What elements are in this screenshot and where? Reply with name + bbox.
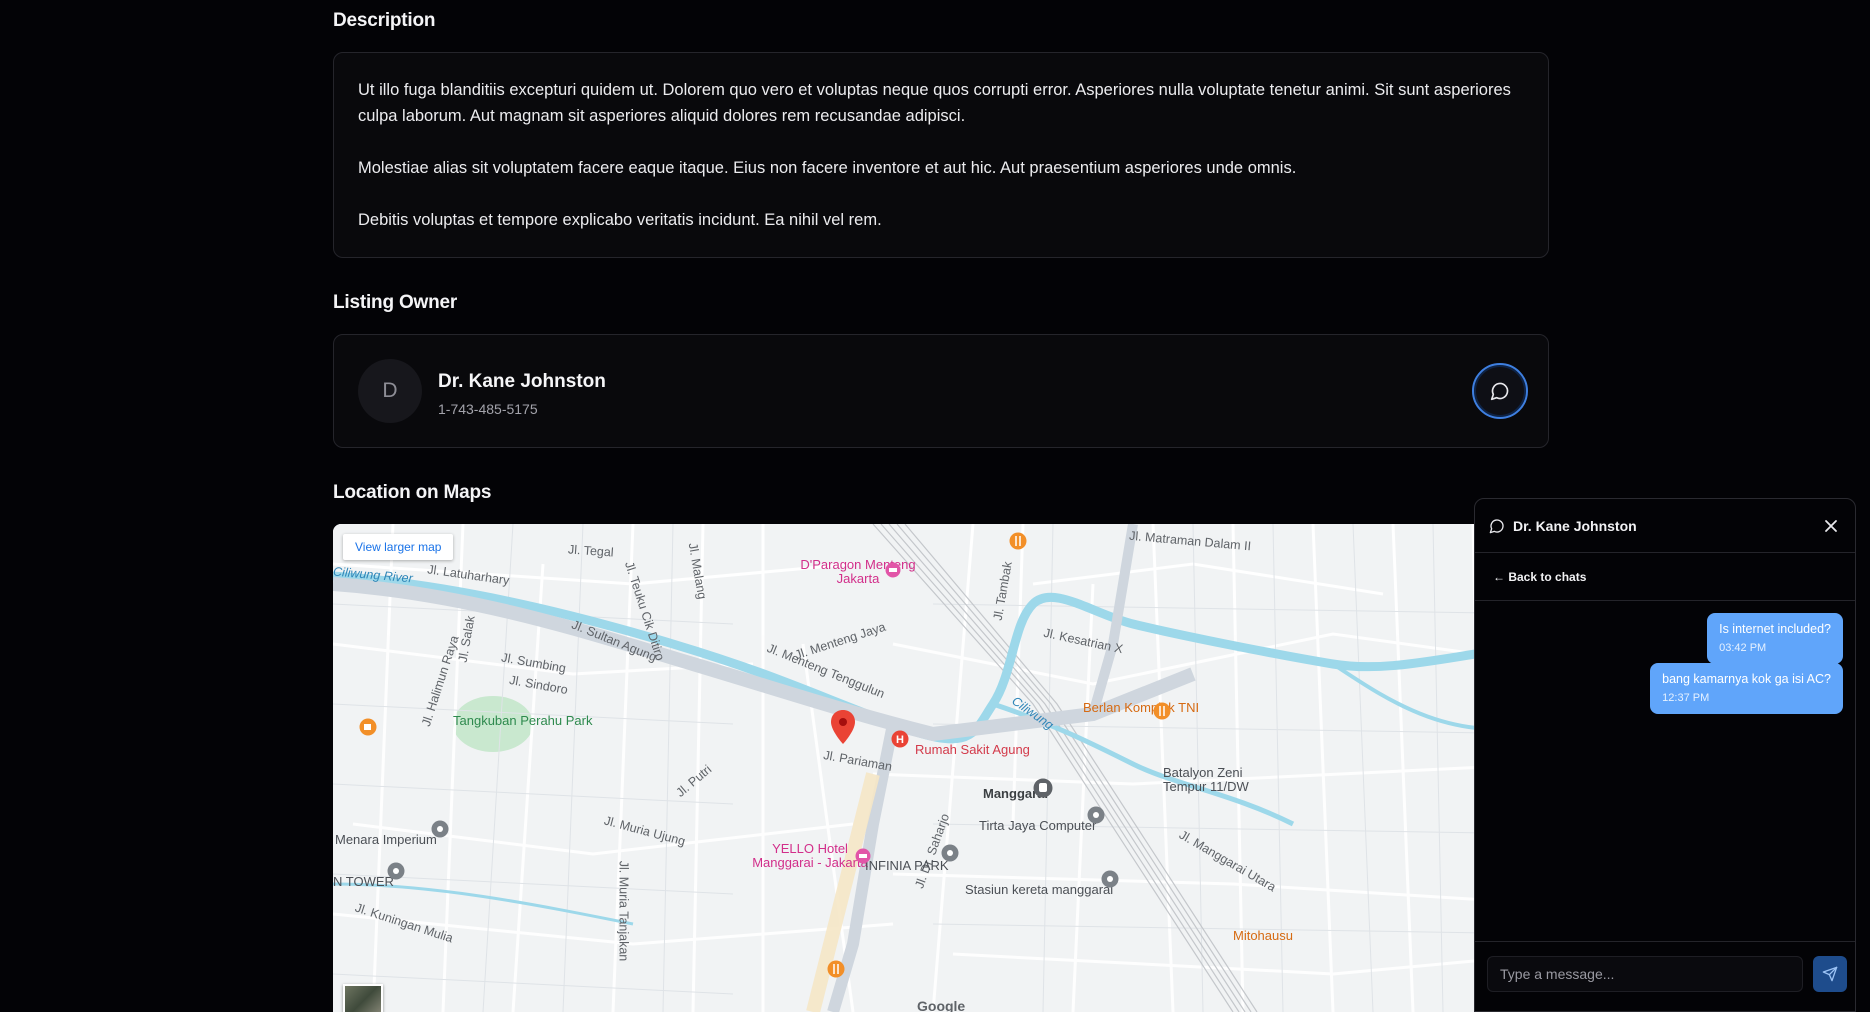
back-to-chats-link[interactable]: ← Back to chats [1493, 570, 1586, 584]
message-text: Is internet included? [1719, 622, 1831, 636]
place-marker-icon [1087, 806, 1105, 824]
description-card: Ut illo fuga blanditiis excepturi quidem… [333, 52, 1549, 258]
chat-header: Dr. Kane Johnston [1475, 499, 1855, 553]
description-heading: Description [333, 10, 436, 31]
close-icon[interactable] [1821, 516, 1841, 536]
place-marker-icon [431, 820, 449, 838]
message-list: Is internet included? 03:42 PM bang kama… [1475, 601, 1855, 941]
chat-back-row: ← Back to chats [1475, 553, 1855, 601]
message-bubble: bang kamarnya kok ga isi AC? 12:37 PM [1650, 663, 1843, 714]
place-marker-icon [1101, 870, 1119, 888]
description-paragraph: Debitis voluptas et tempore explicabo ve… [358, 211, 882, 229]
location-heading: Location on Maps [333, 482, 492, 503]
restaurant-icon [827, 960, 845, 978]
open-chat-button[interactable] [1472, 363, 1528, 419]
hospital-icon: H [891, 730, 909, 748]
place-marker-icon [387, 862, 405, 880]
message-bubble: Is internet included? 03:42 PM [1707, 613, 1843, 664]
map-place-label: Berlan Komplek TNI [1083, 700, 1200, 715]
send-button[interactable] [1813, 956, 1847, 992]
restaurant-icon [1153, 702, 1171, 720]
satellite-toggle[interactable] [343, 984, 383, 1012]
cafe-icon [359, 718, 377, 736]
map-place-label: D'Paragon Menteng Jakarta [800, 557, 916, 586]
map-place-label: Batalyon Zeni Tempur 11/DW [1163, 765, 1249, 794]
description-paragraph: Molestiae alias sit voluptatem facere ea… [358, 159, 1297, 177]
chat-title: Dr. Kane Johnston [1513, 517, 1637, 534]
avatar: D [358, 359, 422, 423]
message-circle-icon [1490, 382, 1509, 401]
listing-owner-heading: Listing Owner [333, 292, 458, 313]
chat-composer [1475, 941, 1855, 1011]
chat-panel: Dr. Kane Johnston ← Back to chats Is int… [1474, 498, 1856, 1012]
location-pin-icon [831, 710, 855, 744]
message-input[interactable] [1487, 956, 1803, 992]
map-place-label: Tangkuban Perahu Park [453, 713, 593, 728]
message-time: 03:42 PM [1719, 642, 1767, 654]
view-larger-map-link[interactable]: View larger map [343, 534, 454, 560]
hotel-icon [855, 848, 871, 864]
map-place-label: Mitohausu [1233, 928, 1293, 943]
map-place-label: Rumah Sakit Agung [915, 742, 1030, 757]
map-place-label: Menara Imperium [335, 832, 437, 847]
map-place-label: Tirta Jaya Computer [979, 818, 1097, 833]
map-place-label: INFINIA PARK [865, 858, 949, 873]
hotel-icon [885, 562, 901, 578]
embedded-map[interactable]: View larger map Jl. Tegal Jl. Latuharhar… [333, 524, 1549, 1012]
google-attribution: Google [917, 998, 966, 1012]
send-icon [1822, 966, 1838, 982]
owner-name: Dr. Kane Johnston [438, 371, 606, 392]
message-text: bang kamarnya kok ga isi AC? [1662, 672, 1831, 686]
map-street-label: Jl. Muria Tanjakan [616, 860, 631, 962]
message-time: 12:37 PM [1662, 692, 1710, 704]
map-place-label: N TOWER [333, 874, 394, 889]
message-circle-icon [1489, 518, 1505, 534]
owner-card: D Dr. Kane Johnston 1-743-485-5175 [333, 334, 1549, 448]
svg-text:H: H [896, 734, 904, 746]
map-place-label: Stasiun kereta manggarai [965, 882, 1114, 897]
place-marker-icon [941, 844, 959, 862]
description-paragraph: Ut illo fuga blanditiis excepturi quidem… [358, 81, 1511, 125]
map-canvas [333, 524, 1549, 1012]
owner-phone: 1-743-485-5175 [438, 401, 538, 417]
restaurant-icon [1009, 532, 1027, 550]
train-station-icon [1033, 778, 1053, 798]
